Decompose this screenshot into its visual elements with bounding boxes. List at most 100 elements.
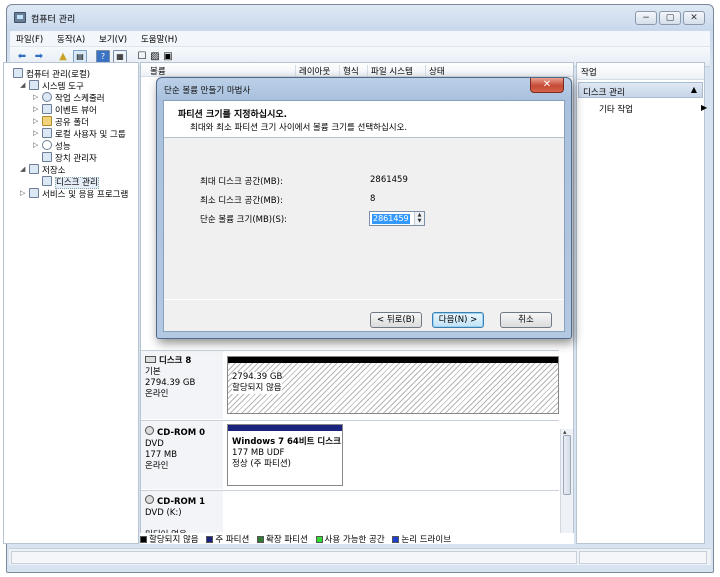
volume-size-label: 단순 볼륨 크기(MB)(S): [200, 215, 288, 225]
tree-label: 저장소 [42, 166, 66, 176]
legend-item: 주 파티션 [206, 533, 249, 545]
tree-label: 로컬 사용자 및 그룹 [55, 130, 126, 140]
tree-item-computer-management[interactable]: 컴퓨터 관리(로컬) [13, 68, 90, 80]
tree-label: 공유 폴더 [55, 118, 89, 128]
tree-item-performance[interactable]: ▷ 성능 [33, 140, 71, 152]
volume-size-stepper[interactable]: 2861459 ▲ ▼ [369, 211, 425, 226]
partition-state: 정상 (주 파티션) [232, 459, 291, 469]
collapse-up-icon[interactable]: ▲ [691, 85, 697, 94]
column-layout[interactable]: 레이아웃 [295, 65, 330, 77]
menu-file[interactable]: 파일(F) [10, 31, 48, 45]
tree-label: 작업 스케줄러 [55, 94, 105, 104]
next-button[interactable]: 다음(N) > [432, 312, 484, 328]
scrollbar-thumb[interactable] [563, 435, 571, 495]
disk-8-info[interactable]: 디스크 8 기본 2794.39 GB 온라인 [145, 356, 225, 400]
folder-icon [42, 116, 52, 126]
unallocated-partition[interactable]: 2794.39 GB 할당되지 않음 [227, 356, 559, 414]
tree-item-event-viewer[interactable]: ▷ 이벤트 뷰어 [33, 104, 97, 116]
menu-view[interactable]: 보기(V) [93, 31, 132, 45]
actions-section-label: 디스크 관리 [583, 88, 625, 98]
dialog-subheading: 최대와 최소 파티션 크기 사이에서 볼륨 크기를 선택하십시오. [190, 123, 408, 133]
tree-item-storage[interactable]: ◢ 저장소 [20, 164, 66, 176]
windows-7-disc-partition[interactable]: Windows 7 64비트 디스크 177 MB UDF 정상 (주 파티션) [227, 424, 343, 486]
cd-rom-icon [145, 495, 154, 504]
tree-item-services-apps[interactable]: ▷ 서비스 및 응용 프로그램 [20, 188, 128, 200]
actions-section-disk-management[interactable]: 디스크 관리 ▲ [578, 82, 703, 98]
legend-swatch [392, 536, 400, 543]
legend-swatch [140, 536, 147, 543]
menu-help[interactable]: 도움말(H) [135, 31, 182, 45]
more-actions-label: 기타 작업 [599, 105, 633, 115]
legend-item: 확장 파티션 [257, 533, 308, 545]
partition-legend: 할당되지 않음 주 파티션 확장 파티션 사용 가능한 공간 논리 드라이브 [140, 533, 574, 545]
chevron-right-icon: ▶ [701, 103, 708, 112]
tree-label: 이벤트 뷰어 [55, 106, 97, 116]
expand-arrow-icon[interactable]: ▷ [33, 117, 38, 125]
maximize-button[interactable]: ▢ [659, 11, 681, 25]
min-space-value: 8 [370, 194, 376, 204]
status-cell [11, 551, 577, 564]
spin-arrows-icon[interactable]: ▲ ▼ [414, 212, 424, 225]
disk-size: 2794.39 GB [145, 378, 196, 388]
tree-label: 성능 [55, 142, 71, 152]
disk-name: CD-ROM 1 [157, 497, 206, 507]
volume-list-header: 볼륨 레이아웃 형식 파일 시스템 상태 [141, 63, 573, 77]
partition-label: Windows 7 64비트 디스크 [232, 437, 341, 447]
legend-item: 할당되지 않음 [140, 533, 199, 545]
cdrom-0-info[interactable]: CD-ROM 0 DVD 177 MB 온라인 [145, 426, 225, 472]
performance-icon [42, 140, 52, 150]
users-icon [42, 128, 52, 138]
max-space-label: 최대 디스크 공간(MB): [200, 177, 283, 187]
disk-name: 디스크 8 [159, 356, 192, 366]
column-volume[interactable]: 볼륨 [147, 65, 166, 77]
cancel-button[interactable]: 취소 [500, 312, 552, 328]
tree-item-system-tools[interactable]: ◢ 시스템 도구 [20, 80, 84, 92]
legend-label: 논리 드라이브 [401, 535, 452, 545]
actions-header: 작업 [577, 63, 704, 80]
legend-item: 논리 드라이브 [392, 533, 451, 545]
tree-item-device-manager[interactable]: 장치 관리자 [42, 152, 97, 164]
partition-state: 할당되지 않음 [232, 383, 282, 394]
event-viewer-icon [42, 104, 52, 114]
tree-item-local-users[interactable]: ▷ 로컬 사용자 및 그룹 [33, 128, 126, 140]
legend-item: 사용 가능한 공간 [315, 533, 385, 545]
menu-action[interactable]: 동작(A) [51, 31, 90, 45]
volume-size-input[interactable]: 2861459 [372, 214, 410, 224]
legend-label: 주 파티션 [215, 535, 250, 545]
column-status[interactable]: 상태 [425, 65, 445, 77]
tools-icon [29, 80, 39, 90]
close-button[interactable]: ✕ [683, 11, 705, 25]
expand-arrow-icon[interactable]: ▷ [33, 93, 38, 101]
collapse-arrow-icon[interactable]: ◢ [20, 165, 25, 173]
expand-arrow-icon[interactable]: ▷ [33, 105, 38, 113]
back-button[interactable]: < 뒤로(B) [370, 312, 422, 328]
column-type[interactable]: 형식 [339, 65, 359, 77]
tree-label: 장치 관리자 [55, 154, 97, 164]
expand-arrow-icon[interactable]: ▷ [33, 129, 38, 137]
hard-disk-icon [145, 356, 156, 363]
vertical-scrollbar[interactable]: ▴ ▾ [560, 428, 573, 543]
title-bar[interactable]: 컴퓨터 관리 − ▢ ✕ [7, 5, 713, 29]
tree-label: 시스템 도구 [42, 82, 84, 92]
tree-item-disk-management[interactable]: 디스크 관리 [42, 176, 99, 189]
minimize-button[interactable]: − [635, 11, 657, 25]
min-space-label: 최소 디스크 공간(MB): [200, 196, 283, 206]
status-cell [579, 551, 707, 564]
window-title: 컴퓨터 관리 [31, 15, 76, 25]
status-bar [9, 548, 711, 565]
legend-label: 할당되지 않음 [149, 535, 199, 545]
tree-item-shared-folders[interactable]: ▷ 공유 폴더 [33, 116, 89, 128]
expand-arrow-icon[interactable]: ▷ [20, 189, 25, 197]
more-actions-item[interactable]: 기타 작업 ▶ [599, 103, 707, 115]
partition-size: 2794.39 GB [232, 372, 283, 383]
collapse-arrow-icon[interactable]: ◢ [20, 81, 25, 89]
disk-size: 177 MB [145, 450, 178, 460]
device-manager-icon [42, 152, 52, 162]
expand-arrow-icon[interactable]: ▷ [33, 141, 38, 149]
column-file-system[interactable]: 파일 시스템 [367, 65, 413, 77]
actions-pane: 작업 디스크 관리 ▲ 기타 작업 ▶ [576, 62, 707, 544]
disk-type: DVD [145, 439, 164, 449]
dialog-close-button[interactable]: ✕ [530, 78, 564, 93]
legend-label: 확장 파티션 [266, 535, 308, 545]
tree-item-task-scheduler[interactable]: ▷ 작업 스케줄러 [33, 92, 105, 104]
